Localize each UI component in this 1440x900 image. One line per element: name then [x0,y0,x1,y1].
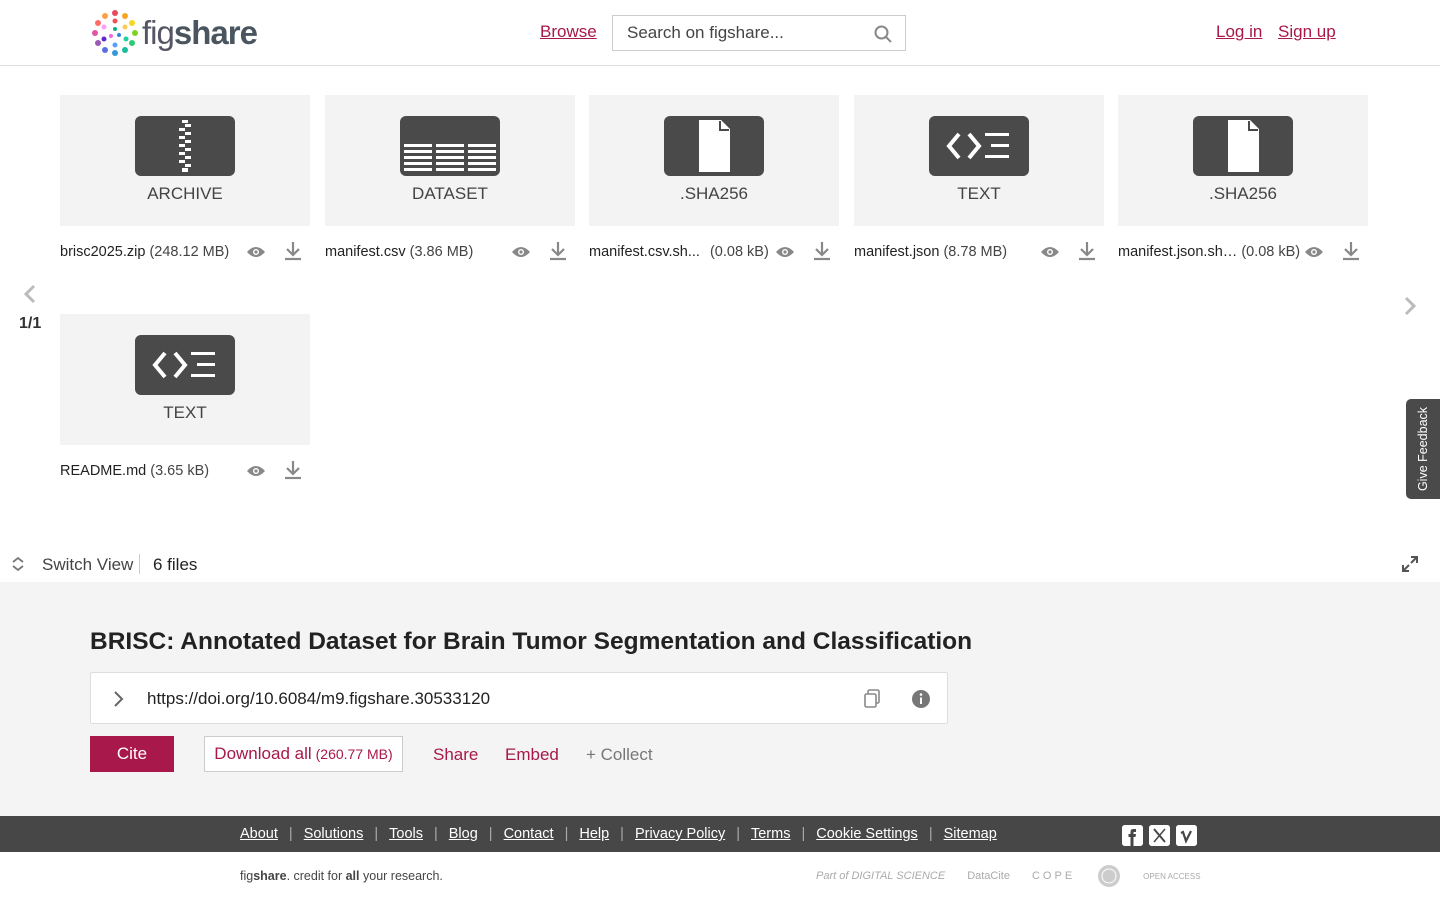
search-icon[interactable] [873,24,893,44]
figshare-logo-icon [92,10,138,56]
download-all-button[interactable]: Download all (260.77 MB) [204,736,403,772]
file-name[interactable]: README.md (3.65 kB) [60,463,209,479]
file-name[interactable]: brisc2025.zip (248.12 MB) [60,244,229,260]
download-icon[interactable] [284,241,302,261]
file-name[interactable]: manifest.json (8.78 MB) [854,244,1007,260]
file-tile[interactable]: .SHA256 [1118,95,1368,226]
table-icon [400,116,500,176]
page-title: BRISC: Annotated Dataset for Brain Tumor… [90,628,973,655]
search-box[interactable] [612,15,906,51]
footer-link-tools[interactable]: Tools [389,826,423,842]
file-name[interactable]: manifest.csv (3.86 MB) [325,244,473,260]
login-link[interactable]: Log in [1216,22,1262,42]
page-count: 1/1 [19,315,42,332]
footer-bottom: figshare. credit for all your research. … [0,852,1440,900]
footer-link-terms[interactable]: Terms [751,826,790,842]
file-tile[interactable]: .SHA256 [589,95,839,226]
info-icon[interactable] [911,689,931,709]
divider [139,554,140,574]
cope-logo[interactable]: COPE [1032,870,1075,882]
search-input[interactable] [627,23,867,43]
download-icon[interactable] [1342,241,1360,261]
datacite-logo[interactable]: DataCite [967,870,1010,882]
seal-icon[interactable] [1097,864,1121,888]
partner-logos: Part of DIGITAL SCIENCE DataCite COPE OP… [816,862,1201,890]
article-section: BRISC: Annotated Dataset for Brain Tumor… [0,582,1440,816]
figshare-logo[interactable]: figshare [90,8,258,58]
file-row: manifest.json (8.78 MB) [854,240,1104,264]
chevron-right-icon[interactable] [1402,296,1418,316]
browse-link[interactable]: Browse [540,22,597,42]
preview-eye-icon[interactable] [1040,244,1060,260]
footer-link-blog[interactable]: Blog [449,826,478,842]
footer-link-sitemap[interactable]: Sitemap [944,826,997,842]
download-icon[interactable] [1078,241,1096,261]
chevron-right-icon[interactable] [111,689,125,709]
logo-text: figshare [142,14,258,51]
download-icon[interactable] [813,241,831,261]
file-type-label: ARCHIVE [147,184,223,203]
open-access-logo[interactable]: OPEN ACCESS [1143,872,1200,881]
footer-nav: About | Solutions | Tools | Blog | Contact | … [0,816,1440,852]
download-icon[interactable] [549,241,567,261]
footer-links: About | Solutions | Tools | Blog | Contact | … [240,826,997,842]
document-icon [664,116,764,176]
preview-eye-icon[interactable] [511,244,531,260]
file-row: README.md (3.65 kB) [60,459,310,483]
file-type-label: TEXT [957,184,1001,203]
doi-link[interactable]: https://doi.org/10.6084/m9.figshare.3053… [147,689,490,709]
download-icon[interactable] [284,460,302,480]
chevron-left-icon[interactable] [22,284,38,304]
code-icon [929,116,1029,176]
collect-button[interactable]: + Collect [586,745,653,765]
copy-icon[interactable] [863,689,881,709]
footer-link-privacy[interactable]: Privacy Policy [635,826,725,842]
share-button[interactable]: Share [433,745,478,765]
preview-eye-icon[interactable] [775,244,795,260]
preview-eye-icon[interactable] [1304,244,1324,260]
archive-icon [135,116,235,176]
file-row: manifest.csv.sh... (0.08 kB) [589,240,839,264]
file-row: brisc2025.zip (248.12 MB) [60,240,310,264]
file-name[interactable]: manifest.json.sh… (0.08 kB) [1118,244,1300,260]
site-header: figshare Browse Log in Sign up [0,0,1440,66]
x-twitter-icon[interactable] [1149,825,1170,846]
file-type-label: TEXT [163,403,207,422]
facebook-icon[interactable] [1122,825,1143,846]
file-type-label: .SHA256 [679,184,749,203]
file-row: manifest.csv (3.86 MB) [325,240,575,264]
embed-button[interactable]: Embed [505,745,559,765]
file-tile[interactable]: ARCHIVE [60,95,310,226]
file-tile[interactable]: TEXT [854,95,1104,226]
cite-button[interactable]: Cite [90,736,174,772]
file-type-label: DATASET [412,184,488,203]
file-tile[interactable]: DATASET [325,95,575,226]
preview-eye-icon[interactable] [246,244,266,260]
document-icon [1193,116,1293,176]
footer-link-about[interactable]: About [240,826,278,842]
footer-link-solutions[interactable]: Solutions [304,826,364,842]
switch-view-icon[interactable] [11,556,25,572]
expand-icon[interactable] [1401,555,1419,573]
file-name[interactable]: manifest.csv.sh... (0.08 kB) [589,244,769,260]
view-switch-bar: Switch View 6 files [0,546,1440,582]
footer-tagline: figshare. credit for all your research. [240,869,443,883]
footer-link-contact[interactable]: Contact [504,826,554,842]
file-type-label: .SHA256 [1208,184,1278,203]
footer-link-cookie-settings[interactable]: Cookie Settings [816,826,918,842]
code-icon [135,335,235,395]
preview-eye-icon[interactable] [246,463,266,479]
files-count: 6 files [153,555,198,574]
file-tile[interactable]: TEXT [60,314,310,445]
digital-science-logo[interactable]: Part of DIGITAL SCIENCE [816,870,945,882]
footer-link-help[interactable]: Help [579,826,609,842]
switch-view-button[interactable]: Switch View [42,555,133,575]
give-feedback-tab[interactable]: Give Feedback [1406,399,1440,499]
signup-link[interactable]: Sign up [1278,22,1336,42]
file-row: manifest.json.sh… (0.08 kB) [1118,240,1368,264]
doi-box: https://doi.org/10.6084/m9.figshare.3053… [90,672,948,724]
vimeo-icon[interactable] [1176,825,1197,846]
